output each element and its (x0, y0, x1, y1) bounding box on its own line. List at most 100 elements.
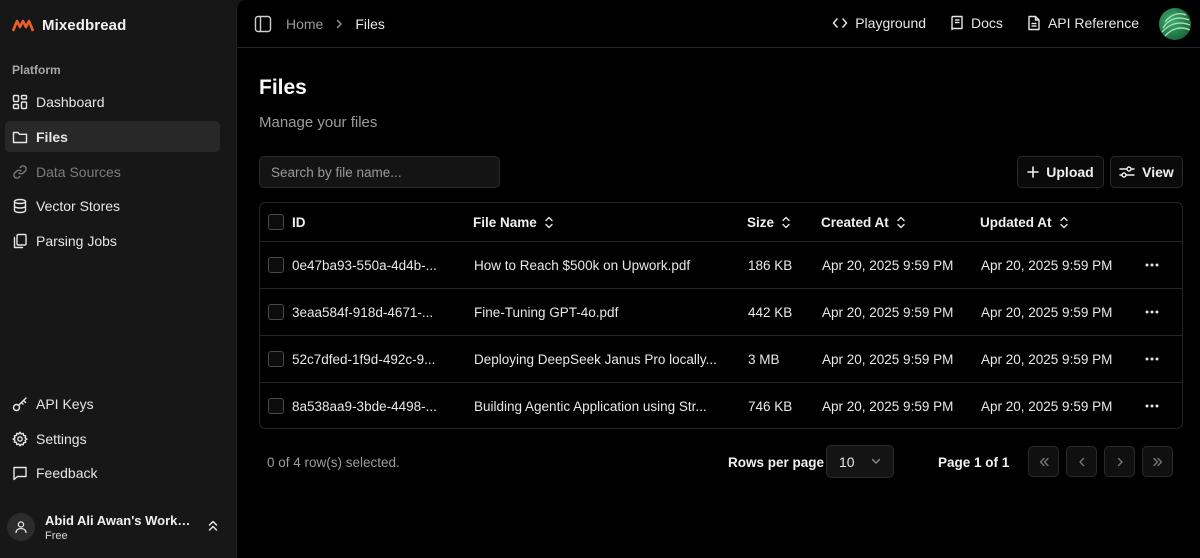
sidebar-item-data-sources[interactable]: Data Sources (5, 156, 220, 187)
chevron-left-icon (1078, 457, 1086, 467)
file-id: 8a538aa9-3bde-4498-... (292, 398, 437, 414)
sidebar-item-parsing-jobs[interactable]: Parsing Jobs (5, 225, 220, 256)
sort-icon (1059, 216, 1069, 229)
select-all-checkbox[interactable] (268, 214, 284, 230)
sidebar-item-api-keys[interactable]: API Keys (5, 388, 220, 419)
api-reference-label: API Reference (1047, 15, 1139, 31)
brand[interactable]: Mixedbread (12, 14, 126, 36)
file-name: How to Reach $500k on Upwork.pdf (474, 257, 691, 273)
file-id: 52c7dfed-1f9d-492c-9... (292, 351, 436, 367)
sidebar-item-dashboard[interactable]: Dashboard (5, 86, 220, 117)
selection-count: 0 of 4 row(s) selected. (267, 455, 400, 470)
file-size: 186 KB (748, 257, 793, 273)
sidebar-item-label: Feedback (36, 464, 98, 481)
mixedbread-logo-icon (12, 18, 34, 32)
view-button[interactable]: View (1110, 156, 1183, 188)
database-icon (12, 198, 28, 214)
docs-label: Docs (971, 15, 1003, 31)
search-input[interactable] (259, 156, 500, 188)
sidebar-item-feedback[interactable]: Feedback (5, 457, 220, 488)
sidebar-item-label: Dashboard (36, 93, 105, 110)
sidebar-item-label: Data Sources (36, 163, 121, 180)
row-checkbox[interactable] (268, 398, 284, 414)
folder-icon (12, 129, 28, 145)
updated-at: Apr 20, 2025 9:59 PM (981, 257, 1113, 273)
chevrons-left-icon (1038, 457, 1050, 467)
chevrons-right-icon (1152, 457, 1164, 467)
sort-icon (896, 216, 906, 229)
column-header-file-name[interactable]: File Name (473, 203, 554, 241)
workspace-name: Abid Ali Awan's Works... (45, 512, 195, 528)
row-checkbox[interactable] (268, 257, 284, 273)
row-checkbox[interactable] (268, 304, 284, 320)
created-at: Apr 20, 2025 9:59 PM (822, 351, 954, 367)
table-row[interactable]: 0e47ba93-550a-4d4b-... How to Reach $500… (260, 242, 1182, 289)
files-table: ID File Name Size Created At Updated At … (259, 202, 1183, 429)
key-icon (12, 396, 28, 412)
view-label: View (1142, 164, 1174, 180)
plus-icon (1027, 166, 1040, 178)
playground-label: Playground (855, 15, 927, 31)
sidebar-item-settings[interactable]: Settings (5, 423, 220, 454)
brand-name: Mixedbread (42, 16, 127, 34)
next-page-button[interactable] (1104, 446, 1135, 477)
column-header-updated-at[interactable]: Updated At (980, 203, 1069, 241)
upload-button[interactable]: Upload (1017, 156, 1104, 188)
copy-icon (12, 233, 28, 249)
chevrons-up-icon (207, 519, 219, 533)
user-avatar[interactable] (1159, 8, 1191, 40)
file-name: Deploying DeepSeek Janus Pro locally... (474, 351, 717, 367)
api-reference-link[interactable]: API Reference (1027, 15, 1139, 31)
sidebar-toggle-icon[interactable] (254, 15, 272, 33)
chevron-right-icon (335, 19, 343, 29)
table-row[interactable]: 8a538aa9-3bde-4498-... Building Agentic … (260, 383, 1182, 428)
file-name: Building Agentic Application using Str..… (474, 398, 707, 414)
updated-at: Apr 20, 2025 9:59 PM (981, 351, 1113, 367)
more-actions-icon[interactable] (1145, 289, 1159, 335)
sidebar-item-label: Parsing Jobs (36, 232, 117, 249)
playground-link[interactable]: Playground (832, 15, 926, 31)
table-row[interactable]: 3eaa584f-918d-4671-... Fine-Tuning GPT-4… (260, 289, 1182, 336)
file-size: 746 KB (748, 398, 793, 414)
first-page-button[interactable] (1028, 446, 1059, 477)
breadcrumb: Home Files (286, 16, 385, 32)
message-icon (12, 465, 28, 481)
sort-icon (781, 216, 791, 229)
last-page-button[interactable] (1142, 446, 1173, 477)
sidebar-item-label: Vector Stores (36, 197, 121, 214)
page-subtitle: Manage your files (259, 114, 378, 131)
more-actions-icon[interactable] (1145, 336, 1159, 382)
sidebar-item-label: API Keys (36, 395, 94, 412)
row-checkbox[interactable] (268, 351, 284, 367)
sidebar-item-vector-stores[interactable]: Vector Stores (5, 190, 220, 221)
updated-at: Apr 20, 2025 9:59 PM (981, 398, 1113, 414)
sidebar-item-files[interactable]: Files (5, 121, 220, 152)
created-at: Apr 20, 2025 9:59 PM (822, 398, 954, 414)
previous-page-button[interactable] (1066, 446, 1097, 477)
breadcrumb-current: Files (355, 16, 385, 32)
table-row[interactable]: 52c7dfed-1f9d-492c-9... Deploying DeepSe… (260, 336, 1182, 383)
breadcrumb-home[interactable]: Home (286, 16, 323, 32)
user-icon (7, 513, 35, 541)
more-actions-icon[interactable] (1145, 383, 1159, 428)
sliders-icon (1119, 165, 1135, 179)
table-header-row: ID File Name Size Created At Updated At (260, 203, 1182, 242)
column-header-size[interactable]: Size (747, 203, 791, 241)
workspace-switcher[interactable]: Abid Ali Awan's Works... Free (5, 506, 225, 548)
sidebar: Mixedbread Platform Dashboard Files Data… (0, 0, 236, 558)
workspace-plan: Free (45, 529, 68, 542)
section-label-platform: Platform (12, 63, 61, 77)
book-icon (950, 15, 964, 31)
column-header-created-at[interactable]: Created At (821, 203, 906, 241)
file-size: 3 MB (748, 351, 780, 367)
chevron-down-icon (871, 458, 881, 465)
chevron-right-icon (1116, 457, 1124, 467)
docs-link[interactable]: Docs (950, 15, 1003, 31)
file-id: 0e47ba93-550a-4d4b-... (292, 257, 437, 273)
rows-per-page-value: 10 (839, 453, 855, 470)
more-actions-icon[interactable] (1145, 242, 1159, 288)
rows-per-page-select[interactable]: 10 (826, 445, 894, 478)
file-size: 442 KB (748, 304, 793, 320)
created-at: Apr 20, 2025 9:59 PM (822, 304, 954, 320)
link-icon (12, 164, 28, 180)
